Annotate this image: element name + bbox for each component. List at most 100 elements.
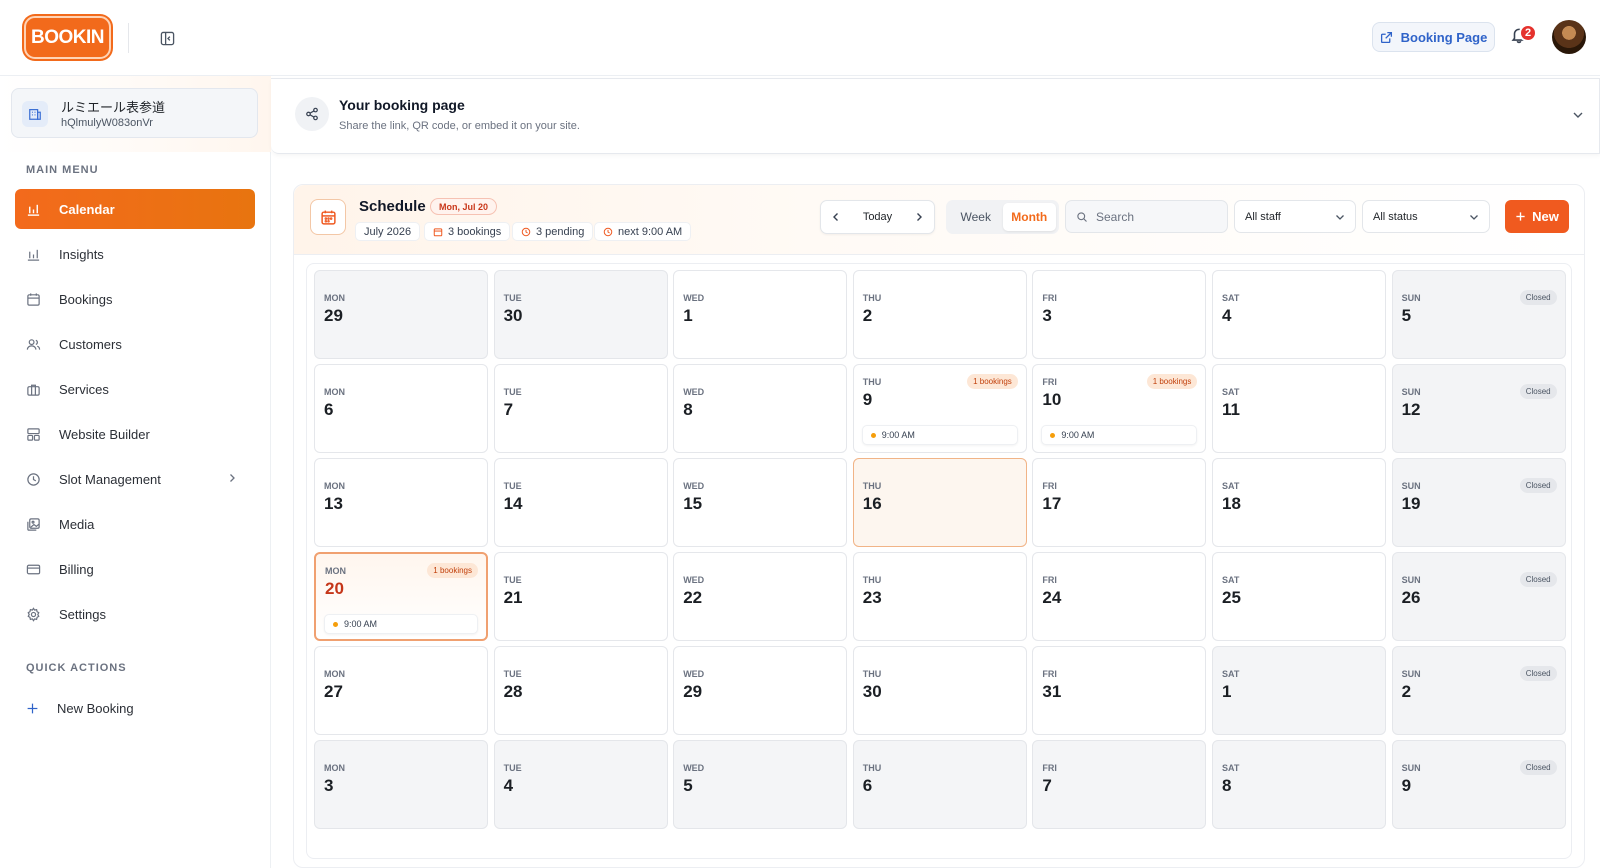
calendar-day-cell[interactable]: FRI 31 (1032, 646, 1207, 735)
day-of-week-label: TUE (503, 293, 522, 303)
sidebar-item-services[interactable]: Services (15, 369, 255, 409)
calendar-day-cell[interactable]: SUN 2 Closed (1391, 646, 1566, 735)
calendar-day-cell[interactable]: MON 29 (314, 270, 488, 359)
calendar-day-cell[interactable]: MON 13 (314, 458, 488, 547)
calendar-day-cell[interactable]: FRI 10 1 bookings 9:00 AM (1032, 364, 1207, 453)
calendar-day-cell[interactable]: TUE 21 (493, 552, 668, 641)
calendar-day-cell[interactable]: SUN 19 Closed (1391, 458, 1566, 547)
closed-badge: Closed (1519, 572, 1557, 587)
calendar-day-cell[interactable]: SAT 4 (1212, 270, 1386, 359)
calendar-day-cell[interactable]: SUN 26 Closed (1391, 552, 1566, 641)
calendar-day-cell[interactable]: THU 2 (852, 270, 1027, 359)
business-switcher[interactable]: ルミエール表参道 hQlmulyW083onVr (11, 88, 258, 138)
sidebar-item-slot-management[interactable]: Slot Management (15, 459, 255, 499)
calendar-day-cell[interactable]: THU 9 1 bookings 9:00 AM (852, 364, 1027, 453)
day-number: 2 (862, 306, 873, 325)
sidebar-item-insights[interactable]: Insights (15, 234, 255, 274)
sidebar-item-billing[interactable]: Billing (15, 549, 255, 589)
day-of-week-label: FRI (1042, 575, 1057, 585)
calendar-day-cell[interactable]: SAT 18 (1212, 458, 1386, 547)
calendar-day-cell[interactable]: FRI 3 (1032, 270, 1207, 359)
clock-icon (521, 227, 531, 236)
booking-slot-time: 9:00 AM (881, 430, 915, 440)
calendar-day-cell[interactable]: SUN 9 Closed (1391, 740, 1566, 829)
day-number: 8 (683, 400, 693, 419)
booking-page-label: Booking Page (1400, 29, 1488, 45)
sidebar-item-customers[interactable]: Customers (15, 324, 255, 364)
calendar-day-cell[interactable]: MON 20 1 bookings 9:00 AM (314, 552, 488, 641)
sidebar-item-media[interactable]: Media (15, 504, 255, 544)
calendar-day-cell[interactable]: WED 1 (673, 270, 848, 359)
calendar-day-cell[interactable]: SAT 25 (1212, 552, 1386, 641)
notification-badge: 2 (1519, 24, 1537, 42)
day-of-week-label: SUN (1401, 481, 1421, 491)
calendar-day-cell[interactable]: SAT 1 (1212, 646, 1386, 735)
calendar-day-cell[interactable]: TUE 28 (493, 646, 668, 735)
calendar-day-cell[interactable]: FRI 7 (1032, 740, 1207, 829)
day-of-week-label: WED (683, 575, 705, 585)
day-number: 20 (325, 579, 344, 598)
booking-slot[interactable]: 9:00 AM (861, 425, 1018, 445)
day-number: 28 (503, 682, 523, 701)
calendar-day-cell[interactable]: MON 3 (314, 740, 488, 829)
search-input[interactable] (1096, 209, 1216, 224)
day-of-week-label: FRI (1042, 481, 1057, 491)
day-of-week-label: SUN (1401, 387, 1421, 397)
month-view-tab[interactable]: Month (1002, 203, 1056, 231)
day-of-week-label: FRI (1042, 293, 1057, 303)
sidebar-item-website-builder[interactable]: Website Builder (15, 414, 255, 454)
day-number: 6 (862, 776, 873, 795)
day-number: 18 (1222, 494, 1241, 513)
calendar-day-cell[interactable]: WED 22 (673, 552, 848, 641)
new-booking-button[interactable]: New (1505, 200, 1569, 233)
calendar-day-cell[interactable]: FRI 24 (1032, 552, 1207, 641)
calendar-day-cell[interactable]: TUE 7 (493, 364, 668, 453)
bookings-stat: 3 bookings (448, 225, 502, 238)
calendar-day-cell[interactable]: TUE 30 (493, 270, 668, 359)
calendar-day-cell[interactable]: WED 5 (673, 740, 848, 829)
selected-date-badge: Mon, Jul 20 (430, 198, 498, 215)
calendar-day-cell[interactable]: THU 30 (852, 646, 1027, 735)
booking-slot[interactable]: 9:00 AM (324, 614, 478, 634)
calendar-day-cell[interactable]: TUE 4 (493, 740, 668, 829)
day-of-week-label: FRI (1042, 763, 1057, 773)
booking-slot[interactable]: 9:00 AM (1041, 425, 1198, 445)
booking-page-button[interactable]: Booking Page (1372, 22, 1495, 52)
calendar-day-cell[interactable]: SAT 11 (1212, 364, 1386, 453)
closed-badge: Closed (1519, 384, 1557, 399)
sidebar-item-calendar[interactable]: Calendar (15, 189, 255, 229)
calendar-day-cell[interactable]: SUN 12 Closed (1391, 364, 1566, 453)
calendar-day-cell[interactable]: MON 27 (314, 646, 488, 735)
day-number: 30 (503, 306, 523, 325)
today-button[interactable]: Today (863, 211, 892, 223)
calendar-day-cell[interactable]: SAT 8 (1212, 740, 1386, 829)
calendar-day-cell[interactable]: WED 15 (673, 458, 848, 547)
calendar-day-cell[interactable]: WED 29 (673, 646, 848, 735)
status-filter-select[interactable]: All status (1362, 200, 1490, 233)
chevron-down-icon[interactable] (1571, 108, 1585, 122)
bookin-logo[interactable]: BOOKIN (24, 16, 111, 59)
booking-page-card[interactable]: Your booking page Share the link, QR cod… (271, 78, 1600, 154)
calendar-day-cell[interactable]: WED 8 (673, 364, 848, 453)
sidebar-toggle-icon[interactable] (157, 28, 177, 48)
gear-icon (27, 606, 40, 622)
avatar[interactable] (1552, 20, 1586, 54)
day-of-week-label: TUE (503, 575, 522, 585)
calendar-day-cell[interactable]: THU 23 (852, 552, 1027, 641)
month-chip: July 2026 (355, 222, 421, 241)
chevron-right-icon[interactable] (914, 212, 924, 222)
sidebar-item-settings[interactable]: Settings (15, 594, 255, 634)
new-booking-quick-action[interactable]: New Booking (15, 688, 255, 728)
week-view-tab[interactable]: Week (949, 203, 1003, 231)
calendar-day-cell[interactable]: TUE 14 (493, 458, 668, 547)
insights-icon (27, 249, 40, 261)
chevron-left-icon[interactable] (831, 212, 841, 222)
day-of-week-label: THU (862, 575, 882, 585)
sidebar-item-bookings[interactable]: Bookings (15, 279, 255, 319)
calendar-day-cell[interactable]: THU 6 (852, 740, 1027, 829)
staff-filter-select[interactable]: All staff (1234, 200, 1356, 233)
calendar-day-cell[interactable]: MON 6 (314, 364, 488, 453)
calendar-day-cell[interactable]: THU 16 (852, 458, 1027, 547)
calendar-day-cell[interactable]: SUN 5 Closed (1391, 270, 1566, 359)
calendar-day-cell[interactable]: FRI 17 (1032, 458, 1207, 547)
